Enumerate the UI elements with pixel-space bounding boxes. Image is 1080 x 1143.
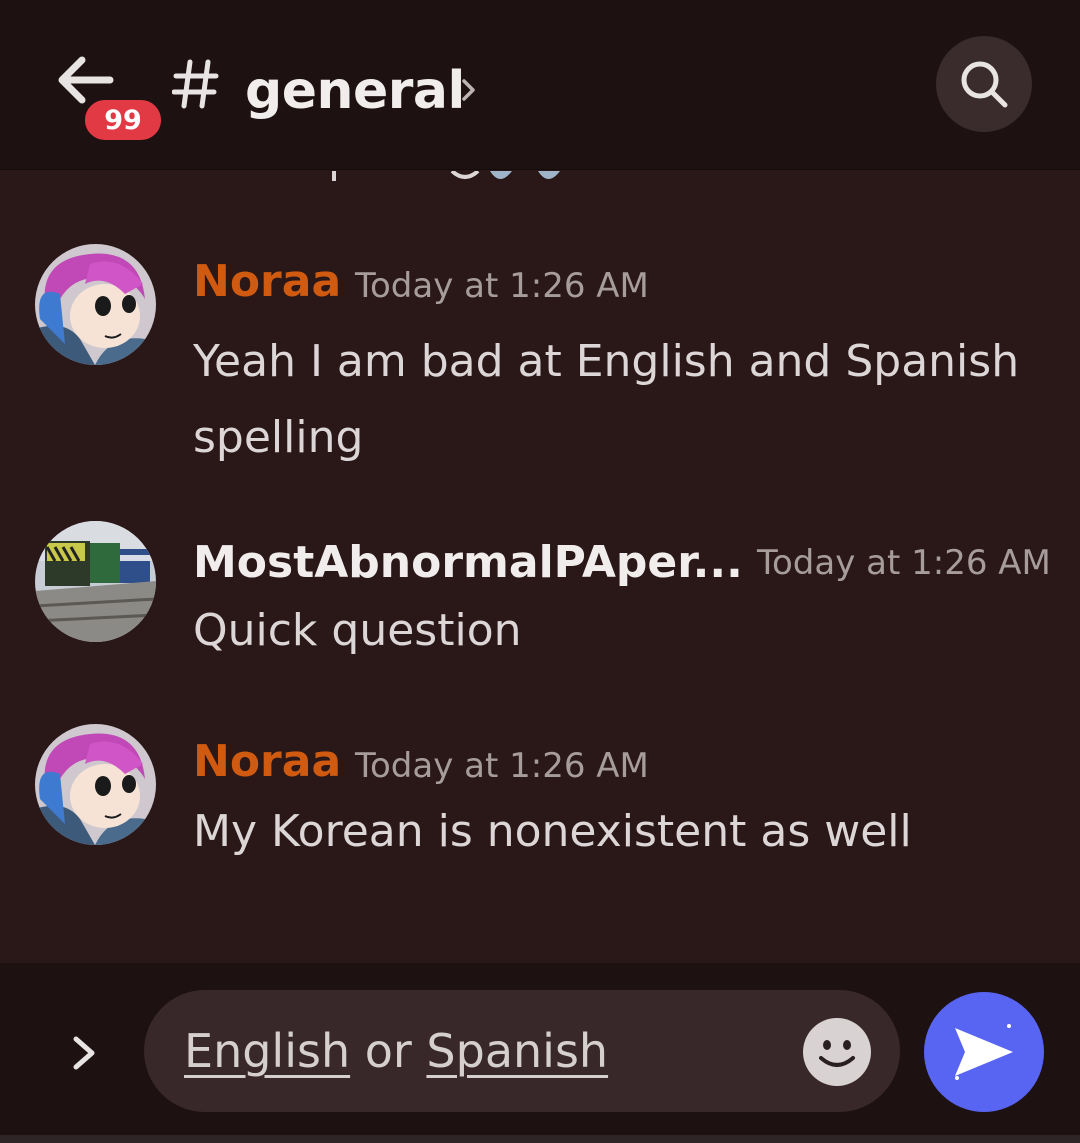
channel-header: 99 general — [0, 0, 1080, 170]
emoji-button[interactable] — [803, 1018, 871, 1086]
search-button[interactable] — [936, 36, 1032, 132]
avatar[interactable] — [35, 521, 156, 642]
chevron-right-icon[interactable] — [66, 1033, 102, 1073]
timestamp: Today at 1:26 AM — [355, 746, 649, 786]
message[interactable]: MostAbnormalPAper... Today at 1:26 AM Qu… — [0, 521, 1080, 661]
message[interactable]: Noraa Today at 1:26 AM My Korean is none… — [0, 724, 1080, 864]
chat-screen: 99 general Noraa Today at 1:26 AM Yeah I… — [0, 0, 1080, 1143]
search-icon — [961, 61, 1008, 108]
input-word: Spanish — [426, 1024, 609, 1078]
send-button[interactable] — [924, 992, 1044, 1112]
username[interactable]: Noraa — [193, 734, 341, 790]
message-input-text[interactable]: English or Spanish — [184, 1020, 608, 1082]
avatar[interactable] — [35, 724, 156, 845]
message-text: Yeah I am bad at English and Spanish spe… — [193, 336, 1020, 463]
username[interactable]: Noraa — [193, 254, 341, 310]
message-text: My Korean is nonexistent as well — [193, 806, 912, 857]
input-word: English — [184, 1024, 351, 1078]
emoji-icon — [819, 1040, 855, 1067]
channel-title[interactable]: general — [245, 56, 465, 126]
send-icon — [955, 1024, 1013, 1080]
username[interactable]: MostAbnormalPAper... — [193, 535, 743, 591]
timestamp: Today at 1:26 AM — [757, 543, 1051, 583]
message[interactable]: Noraa Today at 1:26 AM Yeah I am bad at … — [0, 244, 1080, 474]
hash-icon — [172, 59, 219, 109]
input-word: or — [364, 1024, 412, 1078]
unread-badge: 99 — [81, 96, 165, 144]
navigation-bar — [0, 1135, 1080, 1143]
message-text: Quick question — [193, 605, 522, 656]
previous-message-fragment — [0, 170, 1080, 184]
avatar[interactable] — [35, 244, 156, 365]
chevron-right-icon[interactable] — [460, 75, 478, 105]
timestamp: Today at 1:26 AM — [355, 266, 649, 306]
